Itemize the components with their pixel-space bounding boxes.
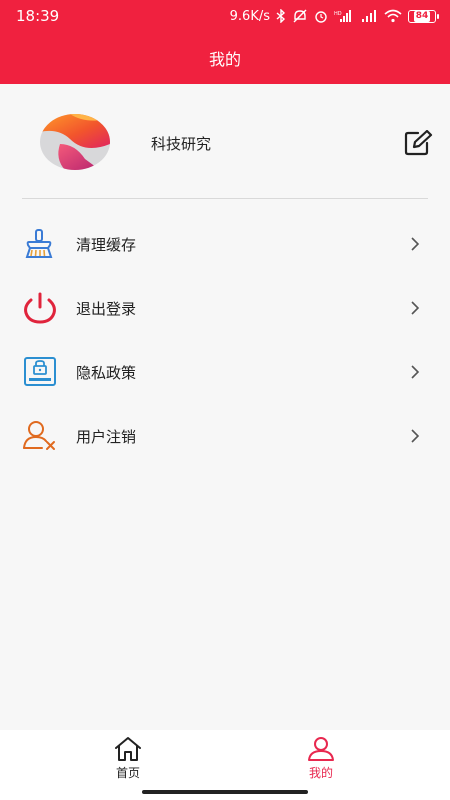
user-icon xyxy=(308,737,334,761)
alarm-icon xyxy=(315,11,327,23)
profile-section: 科技研究 xyxy=(0,84,450,200)
tab-home[interactable]: 首页 xyxy=(88,736,168,786)
battery-level: 84 xyxy=(413,10,431,22)
page-title: 我的 xyxy=(208,50,241,69)
status-icons: 9.6K/s HD 84 xyxy=(229,8,439,24)
network-speed: 9.6K/s xyxy=(229,8,270,24)
wifi-icon xyxy=(384,9,402,23)
edit-profile-button[interactable] xyxy=(404,129,434,156)
menu-item-label: 用户注销 xyxy=(76,428,137,446)
divider xyxy=(22,198,428,199)
menu-item-label: 隐私政策 xyxy=(76,364,137,382)
menu-item-delete-account[interactable]: 用户注销 xyxy=(0,404,450,468)
menu-item-label: 退出登录 xyxy=(76,300,137,318)
tab-mine[interactable]: 我的 xyxy=(281,736,361,786)
menu-item-privacy-policy[interactable]: 隐私政策 xyxy=(0,340,450,404)
chevron-right-icon xyxy=(411,237,420,251)
menu-item-label: 清理缓存 xyxy=(76,236,137,254)
power-icon xyxy=(24,292,56,324)
user-remove-icon xyxy=(23,421,55,450)
chevron-right-icon xyxy=(411,301,420,315)
mute-icon xyxy=(293,9,307,23)
signal-hd-icon: HD xyxy=(334,10,351,22)
privacy-lock-icon xyxy=(24,357,56,386)
title-bar: 我的 xyxy=(0,32,450,84)
username: 科技研究 xyxy=(151,135,212,153)
svg-text:HD: HD xyxy=(334,11,342,17)
menu-item-clear-cache[interactable]: 清理缓存 xyxy=(0,212,450,276)
battery-icon: 84 xyxy=(408,9,439,23)
tab-label: 首页 xyxy=(115,766,140,780)
avatar[interactable] xyxy=(40,114,110,170)
menu-item-logout[interactable]: 退出登录 xyxy=(0,276,450,340)
bluetooth-icon xyxy=(276,9,286,23)
chevron-right-icon xyxy=(411,365,420,379)
tab-label: 我的 xyxy=(308,766,333,780)
status-time: 18:39 xyxy=(16,7,60,25)
signal-icon xyxy=(362,10,376,22)
status-bar: 18:39 9.6K/s HD 84 xyxy=(0,0,450,32)
chevron-right-icon xyxy=(411,429,420,443)
home-icon xyxy=(115,737,141,761)
home-indicator[interactable] xyxy=(142,790,308,794)
broom-icon xyxy=(25,229,53,258)
edit-icon xyxy=(404,129,433,156)
